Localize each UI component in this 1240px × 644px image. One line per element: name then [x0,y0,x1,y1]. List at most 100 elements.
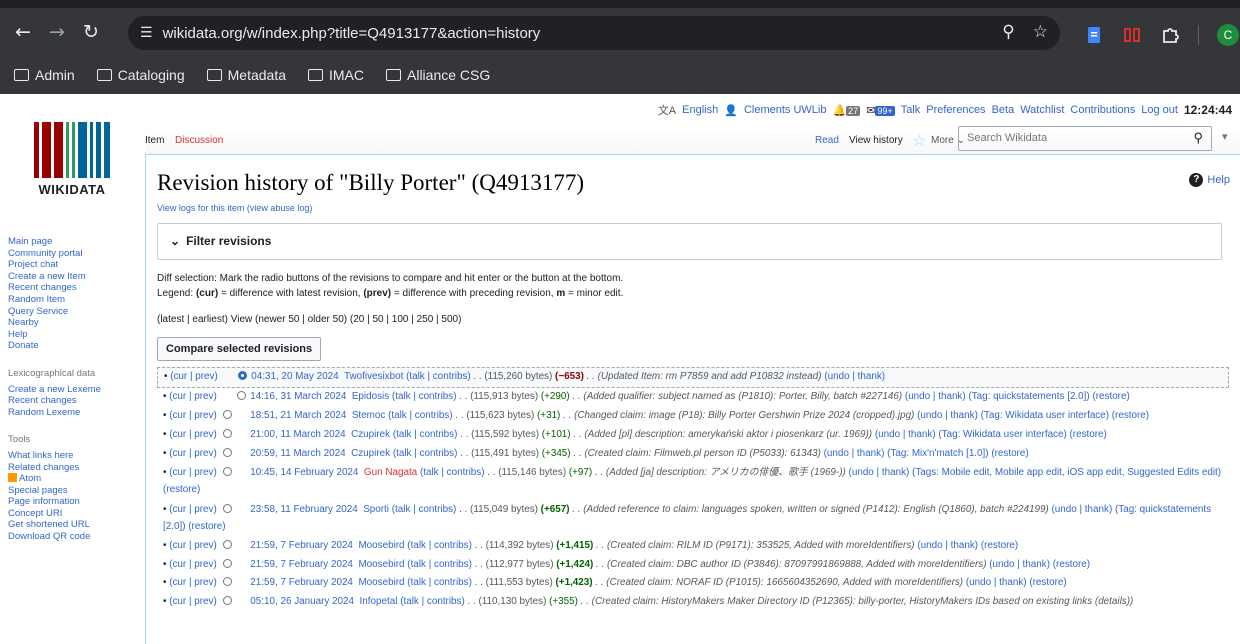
sidebar-random-lexeme[interactable]: Random Lexeme [8,407,148,419]
address-bar[interactable]: ☰ wikidata.org/w/index.php?title=Q491317… [128,16,1060,50]
forward-icon[interactable]: → [40,15,74,49]
revision-radio-new[interactable] [236,390,246,400]
user-tool-links[interactable]: (talk | contribs) [400,596,465,607]
revision-actions[interactable]: (undo | thank) (Tag: quickstatements [2.… [905,391,1130,402]
cur-prev-links[interactable]: (cur | prev) [169,596,217,607]
user-tool-links[interactable]: (talk | contribs) [407,577,472,588]
tab-view-history[interactable]: View history [849,135,903,146]
search-chevron-icon[interactable]: ▾ [1222,130,1228,143]
profile-avatar[interactable]: C [1217,24,1239,46]
user-tool-links[interactable]: (talk | contribs) [407,559,472,570]
sidebar-page-information[interactable]: Page information [8,496,148,508]
revision-radio-new[interactable] [237,371,247,380]
cur-prev-links[interactable]: (cur | prev) [169,467,217,478]
user-tool-links[interactable]: (talk | contribs) [393,429,458,440]
revision-user-link[interactable]: Moosebird [358,577,404,588]
sidebar-main-page[interactable]: Main page [8,236,148,248]
sidebar-qr-code[interactable]: Download QR code [8,531,148,543]
pager-links[interactable]: (latest | earliest) View (newer 50 | old… [157,312,1240,327]
bookmark-star-icon[interactable]: ☆ [1033,22,1048,42]
tab-read[interactable]: Read [815,135,839,146]
revision-user-link[interactable]: Czupirek [351,448,390,459]
logout-link[interactable]: Log out [1141,104,1178,116]
revision-date-link[interactable]: 21:00, 11 March 2024 [250,429,345,440]
site-settings-icon[interactable]: ☰ [140,25,153,41]
cur-prev-links[interactable]: (cur | prev) [170,371,218,382]
sidebar-atom[interactable]: Atom [8,473,148,485]
reload-icon[interactable]: ↻ [74,15,108,49]
compare-revisions-button[interactable]: Compare selected revisions [157,337,322,361]
revision-date-link[interactable]: 18:51, 21 March 2024 [250,410,346,421]
sidebar-random-item[interactable]: Random Item [8,294,148,306]
sidebar-nearby[interactable]: Nearby [8,317,148,329]
language-link[interactable]: English [682,104,718,116]
contributions-link[interactable]: Contributions [1070,104,1135,116]
watch-star-icon[interactable]: ☆ [912,131,926,151]
user-tool-links[interactable]: (talk | contribs) [420,467,485,478]
revision-date-link[interactable]: 04:31, 20 May 2024 [251,371,338,382]
cur-prev-links[interactable]: (cur | prev) [169,448,217,459]
revision-radio-old[interactable] [222,558,232,568]
revision-user-link[interactable]: Gun Nagata [364,467,417,478]
revision-actions[interactable]: (undo | thank) [824,371,885,382]
cur-prev-links[interactable]: (cur | prev) [169,559,217,570]
tab-discussion[interactable]: Discussion [175,135,223,146]
notices-inbox-icon[interactable]: ✉ 99+ [866,104,895,117]
sidebar-concept-uri[interactable]: Concept URI [8,508,148,520]
revision-actions[interactable]: (undo | thank) (Tag: Wikidata user inter… [875,429,1107,440]
back-icon[interactable]: ← [6,15,40,49]
revision-actions[interactable]: (undo | thank) (restore) [917,540,1018,551]
revision-date-link[interactable]: 10:45, 14 February 2024 [250,467,358,478]
sidebar-help[interactable]: Help [8,329,148,341]
bookmark-alliance-csg[interactable]: Alliance CSG [386,67,490,83]
red-extension-icon[interactable] [1122,25,1142,45]
cur-prev-links[interactable]: (cur | prev) [169,410,217,421]
user-tool-links[interactable]: (talk | contribs) [393,448,458,459]
revision-date-link[interactable]: 21:59, 7 February 2024 [250,540,353,551]
talk-link[interactable]: Talk [901,104,921,116]
revision-user-link[interactable]: Stemoc [352,410,385,421]
docs-extension-icon[interactable] [1084,25,1104,45]
revision-date-link[interactable]: 20:59, 11 March 2024 [250,448,345,459]
revision-date-link[interactable]: 23:58, 11 February 2024 [250,504,357,515]
user-tool-links[interactable]: (talk | contribs) [392,504,457,515]
revision-actions[interactable]: (undo | thank) (Tag: Wikidata user inter… [917,410,1149,421]
sidebar-donate[interactable]: Donate [8,340,148,352]
cur-prev-links[interactable]: (cur | prev) [169,391,217,402]
revision-user-link[interactable]: Epidosis [352,391,389,402]
bookmark-admin[interactable]: Admin [14,67,75,83]
revision-radio-old[interactable] [222,467,232,476]
cur-prev-links[interactable]: (cur | prev) [169,577,217,588]
revision-radio-old[interactable] [222,447,232,457]
revision-date-link[interactable]: 05:10, 26 January 2024 [250,596,354,607]
bookmark-imac[interactable]: IMAC [308,67,364,83]
sidebar-what-links-here[interactable]: What links here [8,450,148,462]
preferences-link[interactable]: Preferences [926,104,985,116]
revision-radio-old[interactable] [222,504,232,513]
username-link[interactable]: Clements UWLib [744,104,827,116]
revision-radio-old[interactable] [222,429,232,438]
user-tool-links[interactable]: (talk | contribs) [406,371,471,382]
bookmark-cataloging[interactable]: Cataloging [96,67,185,83]
sidebar-project-chat[interactable]: Project chat [8,259,148,271]
puzzle-extensions-icon[interactable] [1160,25,1180,45]
filter-revisions[interactable]: ⌄ Filter revisions [157,223,1222,260]
sidebar-special-pages[interactable]: Special pages [8,485,148,497]
cur-prev-links[interactable]: (cur | prev) [169,540,217,551]
watchlist-link[interactable]: Watchlist [1020,104,1064,116]
revision-date-link[interactable]: 21:59, 7 February 2024 [250,577,353,588]
revision-date-link[interactable]: 21:59, 7 February 2024 [250,559,353,570]
user-tool-links[interactable]: (talk | contribs) [392,391,457,402]
revision-radio-old[interactable] [222,540,232,549]
sidebar-create-lexeme[interactable]: Create a new Lexeme [8,384,148,396]
revision-user-link[interactable]: Infopetal [360,596,398,607]
sidebar-create-item[interactable]: Create a new Item [8,271,148,283]
revision-actions[interactable]: (undo | thank) (restore) [989,559,1090,570]
revision-user-link[interactable]: Moosebird [358,540,404,551]
url-text[interactable]: wikidata.org/w/index.php?title=Q4913177&… [163,25,541,42]
revision-radio-old[interactable] [222,595,232,605]
revision-radio-old[interactable] [222,577,232,586]
revision-actions[interactable]: (undo | thank) (Tag: Mix'n'match [1.0]) … [824,448,1029,459]
revision-user-link[interactable]: Moosebird [358,559,404,570]
sidebar-query-service[interactable]: Query Service [8,306,148,318]
